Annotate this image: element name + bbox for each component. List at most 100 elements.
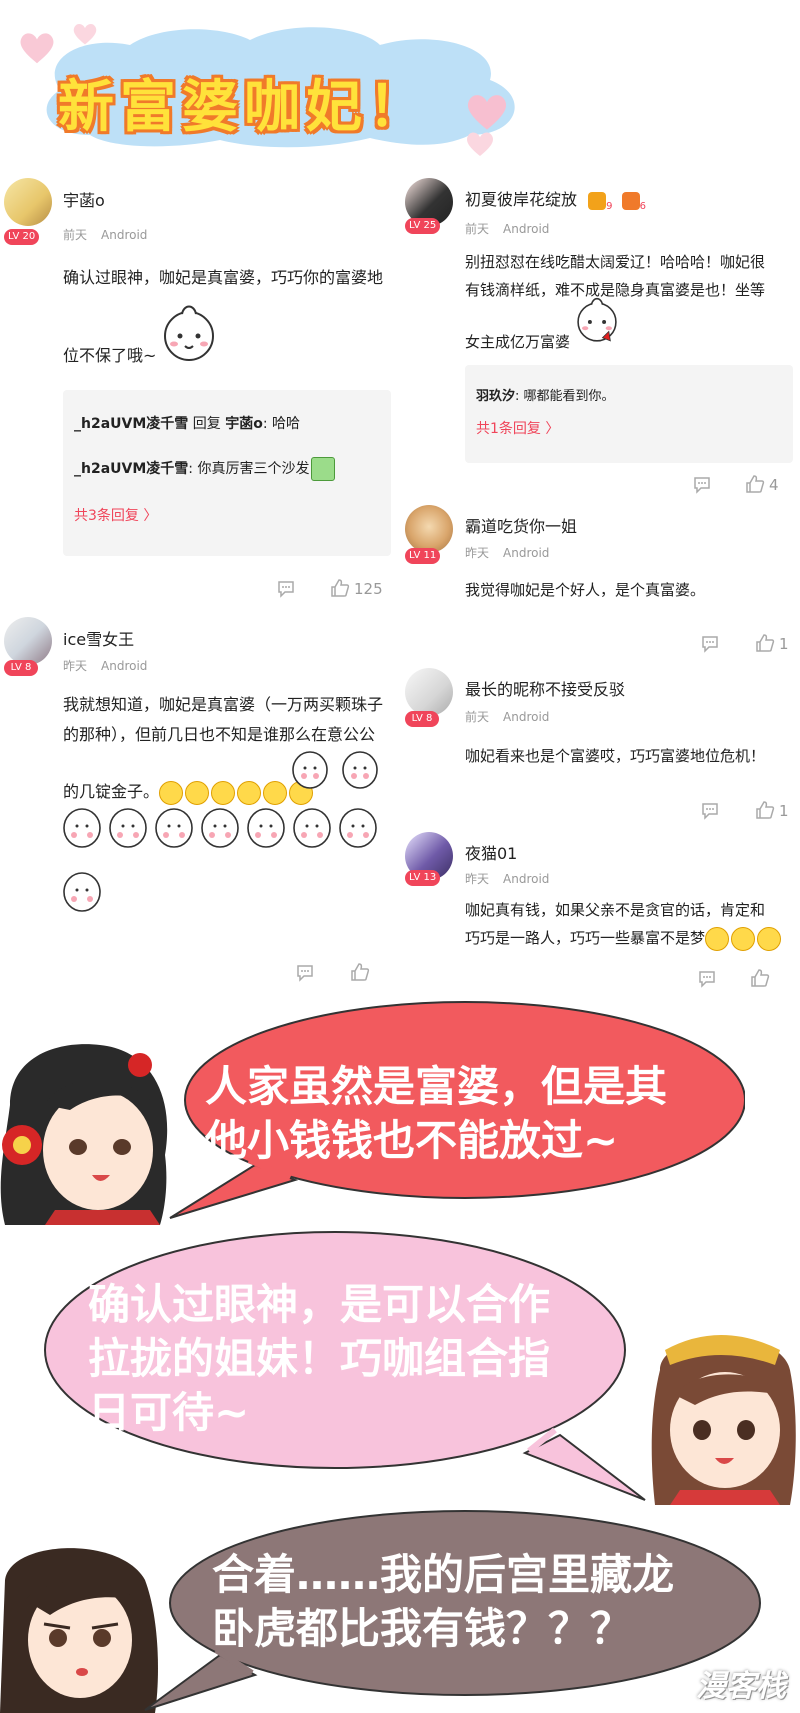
comment-time: 昨天 (63, 659, 88, 673)
comment-time: 昨天 (465, 872, 490, 886)
comment-icon[interactable] (701, 802, 719, 820)
comment-icon[interactable] (698, 970, 716, 988)
heart-icon (20, 33, 54, 64)
level-badge: LV 8 (4, 660, 38, 676)
avatar[interactable] (4, 617, 52, 665)
comment-text-line: 确认过眼神，咖妃是真富婆，巧巧你的富婆地 (63, 268, 384, 287)
gift-emoji-icon (311, 457, 336, 481)
more-replies-link[interactable]: 共3条回复 〉 (74, 505, 157, 525)
comment-device: Android (503, 546, 550, 560)
username[interactable]: 宇菡o (63, 187, 105, 211)
reply-item[interactable]: _h2aUVM凌千雪: 你真厉害三个沙发 (74, 457, 337, 481)
bubble-line: 日可待~ (88, 1388, 250, 1437)
reply-connector: 回复 (188, 416, 226, 432)
comment-device: Android (503, 710, 550, 724)
like-icon[interactable] (755, 800, 775, 820)
comment-text-line: 女主成亿万富婆 (465, 333, 571, 351)
comment-text-line: 咖妃真有钱，如果父亲不是贪官的话，肯定和 (465, 901, 766, 919)
comment-meta: 前天 Android (63, 226, 161, 243)
like-icon[interactable] (755, 633, 775, 653)
character-concubine-icon (0, 1044, 168, 1225)
username-text: 初夏彼岸花绽放 (465, 190, 578, 209)
level-badge: LV 20 (4, 229, 40, 245)
heart-icon (73, 24, 97, 45)
reply-box (465, 365, 793, 463)
comment-time: 前天 (465, 222, 490, 236)
bubble-line: 他小钱钱也不能放过~ (205, 1116, 619, 1165)
vip-badge-icon (588, 191, 607, 210)
like-icon[interactable] (745, 474, 765, 494)
like-count: 125 (354, 580, 383, 598)
comment-text: 女主成亿万富婆 (465, 328, 570, 356)
comment-text-line: 别扭怼怼在线吃醋太阔爱辽！哈哈哈！咖妃很 (465, 253, 766, 271)
username[interactable]: 霸道吃货你一姐 (465, 513, 577, 537)
comment-meta: 昨天 Android (465, 870, 563, 887)
comment-time: 前天 (465, 710, 490, 724)
avatar[interactable] (405, 505, 453, 553)
comment-text: 咖妃看来也是个富婆哎，巧巧富婆地位危机！ (465, 747, 766, 765)
sticker-icon (164, 305, 214, 361)
reply-item[interactable]: _h2aUVM凌千雪 回复 宇菡o: 哈哈 (74, 413, 300, 433)
comment-text: 别扭怼怼在线吃醋太阔爱辽！哈哈哈！咖妃很 有钱滴样纸，难不成是隐身真富婆是也！坐… (465, 248, 800, 304)
vip-badge-number: 9 (606, 201, 613, 213)
comment-device: Android (101, 659, 148, 673)
game-badge-number: 6 (639, 201, 646, 213)
character-emperor-icon (0, 1548, 158, 1713)
like-icon[interactable] (350, 962, 370, 982)
money-emoji-icon (731, 926, 756, 951)
level-badge: LV 11 (405, 548, 441, 564)
reply-user[interactable]: _h2aUVM凌千雪 (74, 461, 188, 477)
username[interactable]: ice雪女王 (63, 626, 134, 650)
reply-text: : 你真厉害三个沙发 (188, 461, 310, 477)
bubble-line: 合着……我的后宫里藏龙 (212, 1550, 675, 1599)
like-icon[interactable] (330, 578, 350, 598)
comment-time: 前天 (63, 228, 88, 242)
comment-text-line: 位不保了哦~ (63, 346, 157, 365)
username[interactable]: 最长的昵称不接受反驳 (465, 676, 625, 700)
game-badge-icon (621, 191, 640, 210)
money-emoji-icon (705, 926, 730, 951)
heart-icon (467, 95, 507, 130)
comment-device: Android (101, 228, 148, 242)
username[interactable]: 初夏彼岸花绽放 9 6 (465, 186, 646, 212)
reply-item[interactable]: 羽玖汐: 哪都能看到你。 (476, 385, 615, 404)
reply-text: : 哪都能看到你。 (515, 389, 615, 404)
like-icon[interactable] (750, 968, 770, 988)
avatar[interactable] (4, 178, 52, 226)
like-count: 1 (779, 802, 789, 820)
character-qiaoqiao-icon (651, 1335, 796, 1505)
reply-target[interactable]: 宇菡o (225, 416, 263, 432)
comment-device: Android (503, 222, 550, 236)
avatar[interactable] (405, 668, 453, 716)
bubble-text: 确认过眼神，是可以合作 拉拢的姐妹！巧咖组合指 日可待~ (88, 1278, 550, 1440)
like-count: 4 (769, 476, 779, 494)
comment-meta: 昨天 Android (465, 544, 563, 561)
level-badge: LV 13 (405, 870, 441, 886)
bubble-line: 卧虎都比我有钱？？？ (212, 1604, 633, 1653)
comment-text-line: 我就想知道，咖妃是真富婆（一万两买颗珠子 (63, 695, 384, 714)
bubble-line: 确认过眼神，是可以合作 (88, 1280, 551, 1329)
reply-user[interactable]: _h2aUVM凌千雪 (74, 416, 188, 432)
level-badge: LV 25 (405, 218, 441, 234)
more-replies-link[interactable]: 共1条回复 〉 (476, 418, 559, 438)
username[interactable]: 夜猫01 (465, 840, 517, 864)
comment-icon[interactable] (693, 476, 711, 494)
comment-text: 我觉得咖妃是个好人，是个真富婆。 (465, 581, 706, 599)
sticker-icon (577, 297, 617, 342)
comment-icon[interactable] (701, 635, 719, 653)
comment-icon[interactable] (296, 964, 314, 982)
bubble-line: 人家虽然是富婆，但是其 (205, 1062, 668, 1111)
comment-meta: 前天 Android (465, 220, 563, 237)
comment-text: 咖妃真有钱，如果父亲不是贪官的话，肯定和 巧巧是一路人，巧巧一些暴富不是梦 (465, 896, 800, 952)
bubble-text: 人家虽然是富婆，但是其 他小钱钱也不能放过~ (205, 1060, 667, 1168)
bubble-line: 拉拢的姐妹！巧咖组合指 (88, 1334, 551, 1383)
comment-text-segment: 巧巧是一路人，巧巧一些暴富不是梦 (465, 929, 706, 947)
heart-icon (467, 132, 493, 156)
comment-meta: 前天 Android (465, 708, 563, 725)
reply-user[interactable]: 羽玖汐 (476, 389, 515, 404)
comment-device: Android (503, 872, 550, 886)
comment-text-line: 巧巧是一路人，巧巧一些暴富不是梦 (465, 924, 800, 952)
like-count: 1 (779, 635, 789, 653)
comment-icon[interactable] (277, 580, 295, 598)
page-title: 新富婆咖妃！ (58, 75, 430, 140)
